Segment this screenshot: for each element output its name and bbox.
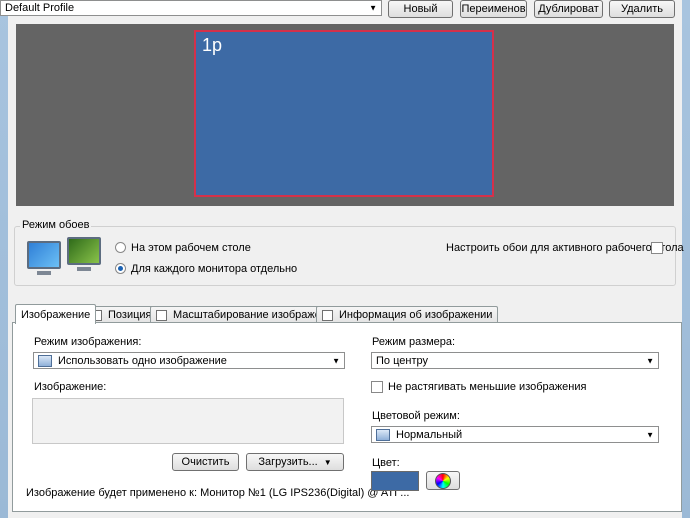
radio-each-monitor-label: Для каждого монитора отдельно bbox=[131, 263, 298, 275]
image-mode-select[interactable]: Использовать одно изображение ▼ bbox=[33, 352, 345, 369]
chevron-down-icon: ▼ bbox=[332, 356, 340, 365]
no-stretch-checkbox[interactable] bbox=[371, 381, 383, 393]
rename-button[interactable]: Переименов bbox=[460, 0, 527, 18]
color-mode-select[interactable]: Нормальный ▼ bbox=[371, 426, 659, 443]
radio-same-desktop-label: На этом рабочем столе bbox=[131, 242, 251, 254]
chevron-down-icon: ▼ bbox=[646, 430, 654, 439]
applied-to-text: Изображение будет применено к: Монитор №… bbox=[26, 487, 410, 499]
color-mode-value: Нормальный bbox=[396, 428, 463, 441]
monitor-icon-green bbox=[67, 237, 101, 265]
delete-button[interactable]: Удалить bbox=[609, 0, 675, 18]
tab-scaling-label: Масштабирование изображения bbox=[173, 309, 340, 321]
chevron-down-icon: ▼ bbox=[369, 3, 377, 13]
clear-button[interactable]: Очистить bbox=[172, 453, 239, 471]
color-label: Цвет: bbox=[372, 457, 400, 469]
size-mode-value: По центру bbox=[376, 354, 428, 367]
tab-image-info[interactable]: Информация об изображении bbox=[316, 306, 499, 323]
active-desktop-checkbox[interactable] bbox=[651, 242, 663, 254]
image-mode-icon bbox=[38, 354, 52, 367]
color-picker-button[interactable] bbox=[426, 471, 460, 490]
color-mode-icon bbox=[376, 428, 390, 441]
radio-same-desktop[interactable] bbox=[115, 242, 126, 253]
size-mode-select[interactable]: По центру ▼ bbox=[371, 352, 659, 369]
profile-select-value: Default Profile bbox=[5, 2, 75, 14]
tab-position-label: Позиция bbox=[108, 309, 152, 321]
image-label: Изображение: bbox=[34, 381, 107, 393]
tab-image-info-label: Информация об изображении bbox=[339, 309, 493, 321]
monitor-icon-blue bbox=[27, 241, 61, 269]
image-mode-value: Использовать одно изображение bbox=[58, 354, 227, 367]
tab-image[interactable]: Изображение bbox=[15, 304, 97, 324]
load-button-label: Загрузить... bbox=[258, 456, 318, 468]
color-swatch[interactable] bbox=[371, 471, 419, 491]
monitor-preview-1[interactable]: 1р bbox=[194, 30, 494, 197]
monitor-label: 1р bbox=[202, 35, 223, 55]
no-stretch-label: Не растягивать меньшие изображения bbox=[388, 381, 587, 393]
color-mode-label: Цветовой режим: bbox=[372, 410, 460, 422]
chevron-down-icon: ▼ bbox=[646, 356, 654, 365]
image-path-box[interactable] bbox=[32, 398, 344, 444]
new-button[interactable]: Новый bbox=[388, 0, 453, 18]
profile-select[interactable]: Default Profile ▼ bbox=[0, 0, 382, 16]
image-mode-label: Режим изображения: bbox=[34, 336, 142, 348]
tab-image-label: Изображение bbox=[21, 308, 91, 321]
wallpaper-mode-group bbox=[14, 226, 676, 286]
tab-scaling-checkbox[interactable] bbox=[156, 309, 167, 321]
duplicate-button[interactable]: Дублироват bbox=[534, 0, 603, 18]
radio-each-monitor[interactable] bbox=[115, 263, 126, 274]
size-mode-label: Режим размера: bbox=[372, 336, 456, 348]
wallpaper-mode-icon bbox=[25, 237, 105, 279]
wallpaper-mode-legend: Режим обоев bbox=[20, 219, 92, 231]
color-wheel-icon bbox=[435, 472, 451, 489]
active-desktop-label: Настроить обои для активного рабочего ст… bbox=[446, 242, 684, 254]
load-button[interactable]: Загрузить... ▼ bbox=[246, 453, 344, 471]
tab-image-info-checkbox[interactable] bbox=[322, 309, 333, 321]
chevron-down-icon: ▼ bbox=[323, 457, 332, 467]
